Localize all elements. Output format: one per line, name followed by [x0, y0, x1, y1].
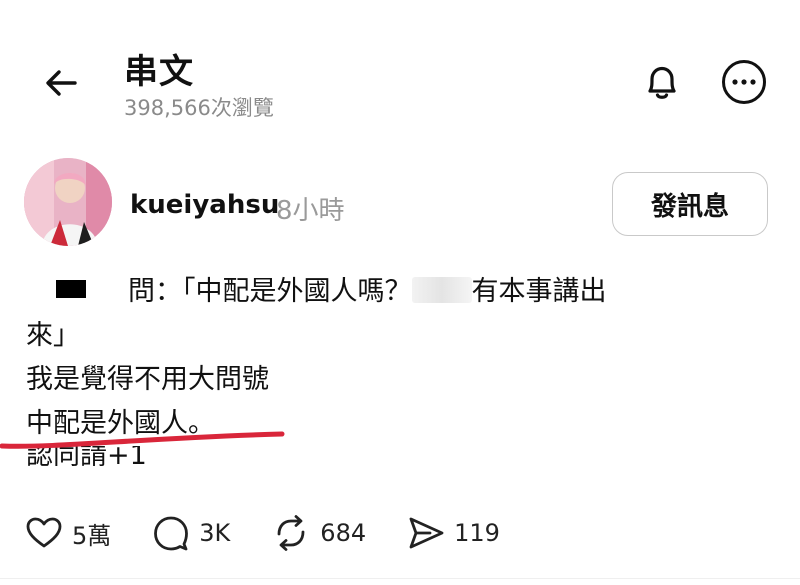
- page-title: 串文: [124, 52, 194, 92]
- redaction-blur: [411, 277, 472, 303]
- message-button[interactable]: 發訊息: [612, 172, 768, 236]
- share-count: 119: [454, 519, 500, 547]
- post-text-1a: 問：「中配是外國人嗎？: [128, 276, 412, 307]
- comment-count: 3K: [199, 519, 231, 547]
- more-horizontal-icon: [722, 60, 766, 104]
- arrow-left-icon: [46, 70, 77, 96]
- view-count: 398,566次瀏覽: [124, 96, 274, 120]
- like-button[interactable]: 5萬: [24, 513, 111, 553]
- action-bar: 5萬 3K 684 119: [24, 510, 540, 556]
- heart-icon: [26, 517, 62, 548]
- repost-icon: [277, 515, 305, 551]
- repost-count: 684: [320, 519, 367, 547]
- notification-button[interactable]: [636, 56, 688, 108]
- avatar[interactable]: [24, 158, 112, 246]
- post-line-1: 問：「中配是外國人嗎？ 有本事講出: [26, 270, 766, 314]
- comment-button[interactable]: 3K: [151, 513, 230, 553]
- comment-icon: [154, 516, 189, 551]
- thread-page: 串文 398,566次瀏覽 kueiyahsu 8小時 發訊息 問：「中配是外國…: [0, 0, 800, 585]
- post-line-3: 我是覺得不用大問號: [26, 364, 269, 395]
- repost-button[interactable]: 684: [270, 512, 366, 554]
- like-count: 5萬: [72, 521, 112, 550]
- avatar-image: [24, 158, 112, 246]
- redaction-block: [56, 280, 86, 298]
- post-text-1b: 有本事講出: [471, 276, 607, 307]
- back-button[interactable]: [38, 60, 84, 106]
- share-button[interactable]: 119: [406, 513, 500, 553]
- post-time: 8小時: [276, 196, 345, 226]
- more-options-button[interactable]: [720, 58, 768, 106]
- post-body: 問：「中配是外國人嗎？ 有本事講出 來」 我是覺得不用大問號 中配是外國人。 認同…: [26, 270, 766, 490]
- author-name[interactable]: kueiyahsu: [130, 190, 279, 220]
- red-underline-annotation: [0, 431, 285, 449]
- divider: [0, 578, 800, 579]
- send-icon: [409, 517, 444, 549]
- post-line-2: 來」: [26, 320, 80, 351]
- bell-icon: [648, 66, 676, 99]
